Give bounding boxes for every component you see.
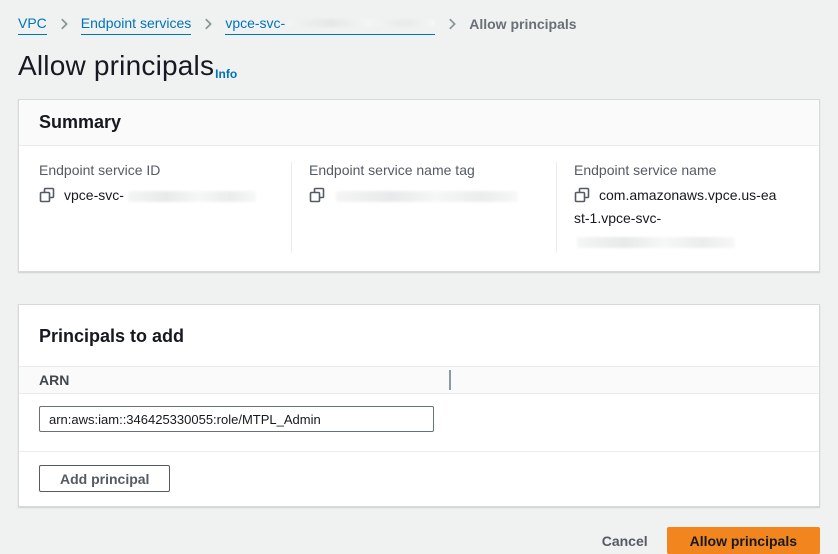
page-header: Allow principalsInfo <box>18 50 820 90</box>
arn-input[interactable] <box>39 406 434 432</box>
footer-actions: Cancel Allow principals <box>18 527 820 554</box>
arn-column-header: ARN <box>39 372 69 388</box>
principals-title: Principals to add <box>39 326 799 347</box>
info-link[interactable]: Info <box>215 67 237 81</box>
summary-title: Summary <box>39 112 799 133</box>
chevron-right-icon <box>445 17 459 31</box>
field-value <box>309 184 540 207</box>
copy-icon[interactable] <box>574 187 590 203</box>
breadcrumb-link-endpoint-services[interactable]: Endpoint services <box>81 13 192 35</box>
endpoint-service-name-value: com.amazonaws.vpce.us-east-1.vpce-svc- <box>574 187 776 226</box>
field-value: com.amazonaws.vpce.us-east-1.vpce-svc- <box>574 184 783 253</box>
summary-field-endpoint-service-name-tag: Endpoint service name tag <box>291 162 556 253</box>
endpoint-service-id-value: vpce-svc- <box>64 187 124 203</box>
redacted-text <box>287 19 435 27</box>
allow-principals-page: VPC Endpoint services vpce-svc- Allow pr… <box>0 0 838 554</box>
redacted-text <box>577 237 735 248</box>
summary-card: Summary Endpoint service ID vpce-svc- En… <box>18 99 820 272</box>
breadcrumb-service-id-prefix: vpce-svc- <box>225 13 285 33</box>
breadcrumb-link-endpoint-service-id[interactable]: vpce-svc- <box>225 13 435 35</box>
principals-to-add-card: Principals to add ARN Add principal <box>18 304 820 507</box>
add-principal-button[interactable]: Add principal <box>39 465 170 492</box>
summary-field-endpoint-service-name: Endpoint service name com.amazonaws.vpce… <box>556 162 799 253</box>
copy-icon[interactable] <box>309 187 325 203</box>
arn-input-row <box>19 394 819 451</box>
redacted-text <box>336 191 518 202</box>
chevron-right-icon <box>201 17 215 31</box>
arn-table-header: ARN <box>19 366 819 394</box>
breadcrumb-link-vpc[interactable]: VPC <box>18 13 47 35</box>
breadcrumb-current: Allow principals <box>469 14 576 34</box>
summary-body: Endpoint service ID vpce-svc- Endpoint s… <box>19 146 819 271</box>
chevron-right-icon <box>57 17 71 31</box>
breadcrumb: VPC Endpoint services vpce-svc- Allow pr… <box>18 0 820 35</box>
redacted-text <box>128 191 256 202</box>
page-title: Allow principals <box>18 50 214 81</box>
copy-icon[interactable] <box>39 187 55 203</box>
column-resize-handle[interactable] <box>449 370 451 390</box>
field-label: Endpoint service name tag <box>309 162 540 178</box>
field-label: Endpoint service ID <box>39 162 275 178</box>
cancel-button[interactable]: Cancel <box>592 529 658 553</box>
summary-field-endpoint-service-id: Endpoint service ID vpce-svc- <box>39 162 291 253</box>
field-label: Endpoint service name <box>574 162 783 178</box>
summary-card-header: Summary <box>19 100 819 146</box>
principals-card-header: Principals to add <box>19 305 819 366</box>
allow-principals-button[interactable]: Allow principals <box>667 527 820 554</box>
field-value: vpce-svc- <box>39 184 275 207</box>
add-principal-row: Add principal <box>19 451 819 506</box>
